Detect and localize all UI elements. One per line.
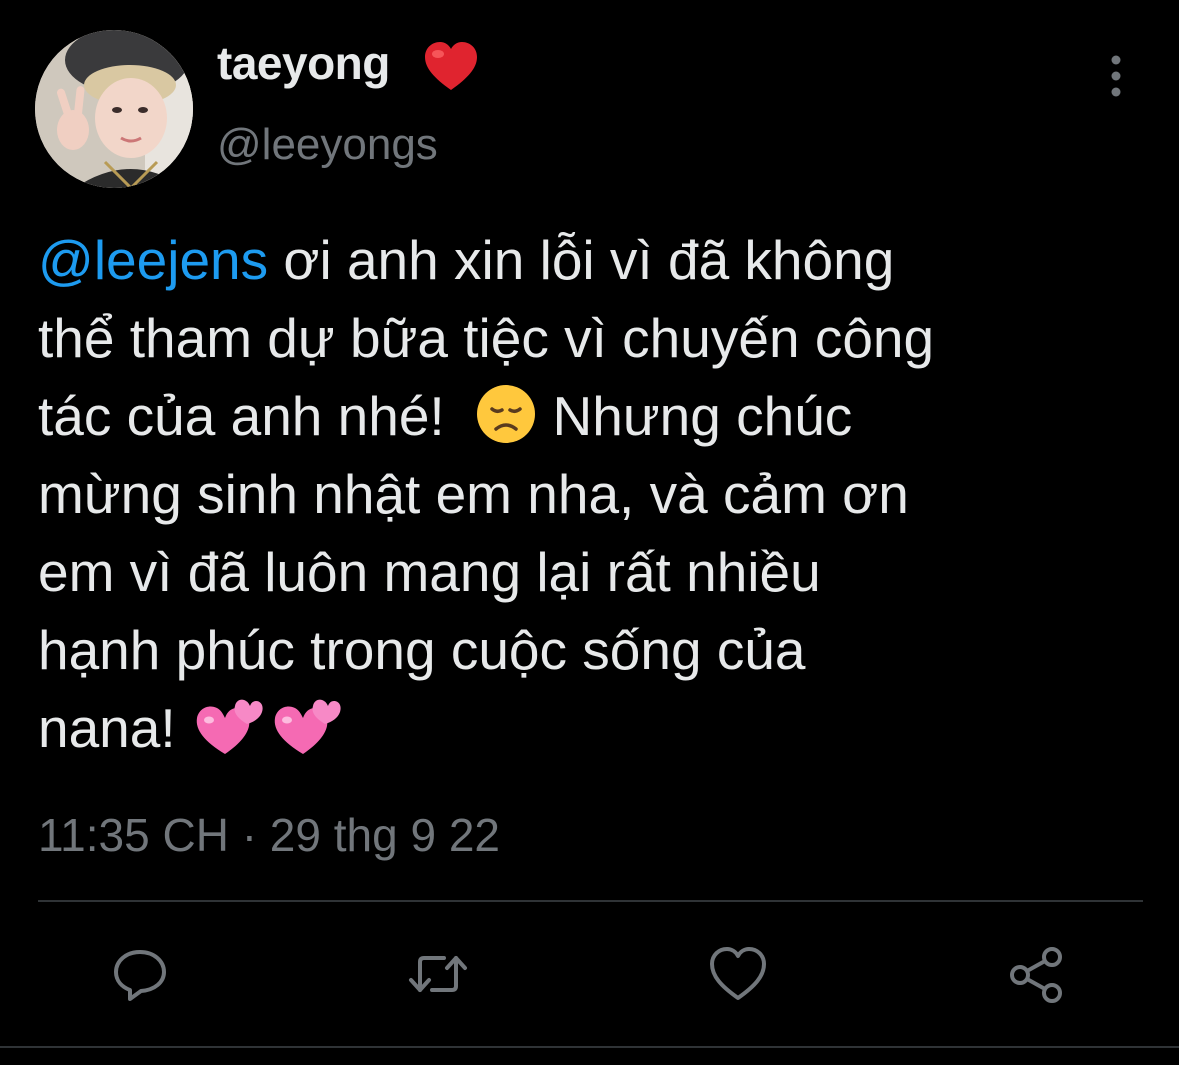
divider: [0, 1046, 1179, 1048]
avatar[interactable]: [35, 30, 193, 188]
divider: [38, 900, 1143, 902]
tweet-line: thể tham dự bữa tiệc vì chuyến công: [38, 299, 1148, 377]
tweet-timestamp[interactable]: 11:35 CH · 29 thg 9 22: [38, 808, 500, 862]
tweet: taeyong @leeyongs @leejens ơi anh xin lỗ…: [0, 0, 1179, 1065]
tweet-line: nana!: [38, 689, 1148, 767]
tweet-text: @leejens ơi anh xin lỗi vì đã không thể …: [38, 221, 1148, 767]
display-name[interactable]: taeyong: [217, 36, 390, 90]
retweet-icon: [409, 956, 467, 992]
two-hearts-emoji-icon: [274, 700, 341, 755]
tweet-line: @leejens ơi anh xin lỗi vì đã không: [38, 221, 1148, 299]
share-icon: [1010, 947, 1062, 1003]
disappointed-face-emoji-icon: [477, 385, 536, 444]
tweet-line: tác của anh nhé! Nhưng chúc: [38, 377, 1148, 455]
tweet-line: em vì đã luôn mang lại rất nhiều: [38, 533, 1148, 611]
reply-button[interactable]: [110, 944, 170, 1004]
share-button[interactable]: [1006, 944, 1066, 1004]
mention-link[interactable]: @leejens: [38, 229, 268, 291]
two-hearts-emoji-icon: [196, 700, 263, 755]
tweet-line-text: em vì đã luôn mang lại rất nhiều: [38, 541, 821, 603]
reply-icon: [114, 950, 166, 1001]
tweet-line-text: nana!: [38, 697, 191, 759]
more-options-button[interactable]: [1096, 52, 1136, 100]
retweet-button[interactable]: [406, 944, 467, 1004]
like-button[interactable]: [707, 944, 767, 1004]
tweet-line: hạnh phúc trong cuộc sống của: [38, 611, 1148, 689]
avatar-photo: [35, 30, 193, 188]
tweet-line-text: tác của anh nhé!: [38, 385, 476, 447]
tweet-line: mừng sinh nhật em nha, và cảm ơn: [38, 455, 1148, 533]
more-vertical-icon: [1111, 55, 1121, 97]
red-heart-emoji-icon: [425, 42, 477, 90]
heart-icon: [710, 947, 766, 1000]
tweet-line-text: Nhưng chúc: [537, 385, 853, 447]
user-handle[interactable]: @leeyongs: [217, 120, 438, 170]
tweet-line-text: thể tham dự bữa tiệc vì chuyến công: [38, 307, 935, 369]
tweet-line-text: mừng sinh nhật em nha, và cảm ơn: [38, 463, 909, 525]
tweet-line-text: ơi anh xin lỗi vì đã không: [268, 229, 895, 291]
tweet-line-text: hạnh phúc trong cuộc sống của: [38, 619, 806, 681]
